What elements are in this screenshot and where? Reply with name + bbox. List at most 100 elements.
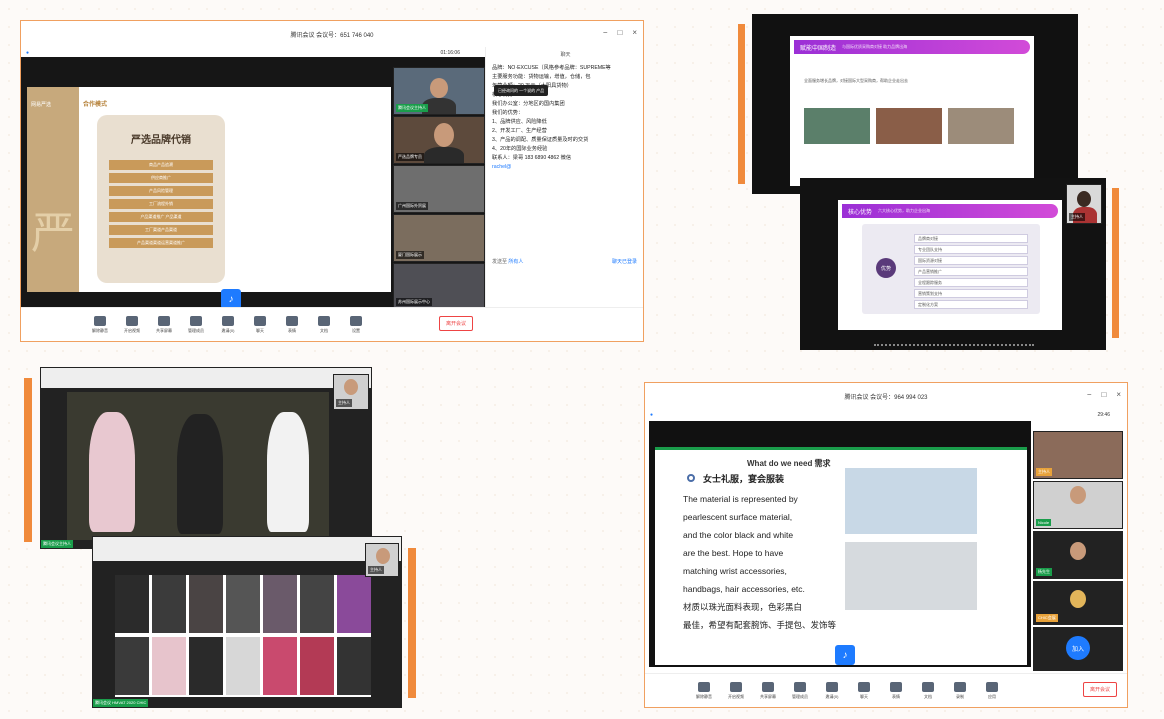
close-icon[interactable]: × <box>1116 390 1121 399</box>
participant-column: 主持人 Nicole 杨先生 CHIC会展 加入 <box>1033 431 1125 671</box>
browser-toolbar <box>93 537 401 561</box>
chat-message-line: 主要服务功能：货物运输，增值，仓储，包 <box>492 74 591 80</box>
fashion-look-thumbnail[interactable] <box>226 637 260 695</box>
info-icon[interactable]: ● <box>650 412 653 418</box>
fashion-look-thumbnail[interactable] <box>226 575 260 633</box>
toolbar-item[interactable]: 聊天 <box>855 681 873 700</box>
toolbar-item-label: 聊天 <box>860 693 868 699</box>
fashion-look-thumbnail[interactable] <box>115 575 149 633</box>
outfit-figure <box>177 414 223 534</box>
fashion-window-1: 主持人 腾讯会议主持人 <box>40 367 372 549</box>
paragraph-line: 材质以珠光面料表现，色彩黑白 <box>683 602 803 612</box>
chat-message-line: 1、品牌供应、风险降低 <box>492 119 547 125</box>
participant-tile[interactable]: 腾讯会议主持人 <box>393 67 485 115</box>
toolbar-item[interactable]: 开启视频 <box>123 315 141 334</box>
toolbar-item[interactable]: 录制 <box>951 681 969 700</box>
advantage-item: 定制化方案 <box>914 300 1028 309</box>
host-tag: 腾讯会议主持人 <box>41 540 73 548</box>
fashion-look-thumbnail[interactable] <box>115 637 149 695</box>
toolbar-item[interactable]: 邀请(0) <box>219 315 237 334</box>
participant-name: 苏州国际展示中心 <box>396 298 432 306</box>
toolbar-item[interactable]: 共享屏幕 <box>759 681 777 700</box>
chat-status[interactable]: 聊天已登录 <box>612 258 637 267</box>
participant-tile[interactable]: CHIC会展 <box>1033 581 1123 625</box>
toolbar-item[interactable]: 应用 <box>983 681 1001 700</box>
toolbar-item-label: 邀请(0) <box>221 327 235 333</box>
close-icon[interactable]: × <box>632 28 637 37</box>
toolbar-item[interactable]: 文档 <box>919 681 937 700</box>
toolbar-item[interactable]: 解除静音 <box>695 681 713 700</box>
toolbar-item[interactable]: 设置 <box>347 315 365 334</box>
participant-tile[interactable]: 广州国际外贸展 <box>393 165 485 213</box>
toolbar-item-label: 开启视频 <box>124 327 140 333</box>
fashion-look-thumbnail[interactable] <box>152 637 186 695</box>
toolbar-item[interactable]: 开启视频 <box>727 681 745 700</box>
toolbar-item[interactable]: 聊天 <box>251 315 269 334</box>
participant-column: 腾讯会议主持人 严选品牌专员 广州国际外贸展 厦门国际展示 苏州国际展示中心 <box>393 67 485 309</box>
advantage-item: 专业团队支持 <box>914 245 1028 254</box>
paragraph-line: pearlescent surface material, <box>683 512 793 522</box>
participant-tile[interactable]: 苏州国际展示中心 <box>393 263 485 309</box>
slide-heading: 合作模式 <box>83 102 108 108</box>
chat-message-line: 我们的优势： <box>492 110 524 116</box>
fashion-look-thumbnail[interactable] <box>189 575 223 633</box>
minimize-icon[interactable]: − <box>603 28 608 37</box>
slide-2-panel: 优势 品牌商对接 专业团队支持 国际资源对接 产品营销推广 全程跟踪服务 营销策划支持 定制… <box>862 224 1040 314</box>
microphone-button[interactable]: ♪ <box>835 645 855 665</box>
leave-meeting-button[interactable]: 离开会议 <box>438 316 473 331</box>
toolbar-item[interactable]: 解除静音 <box>91 315 109 334</box>
toolbar-item-label: 共享屏幕 <box>156 327 172 333</box>
fashion-look-thumbnail[interactable] <box>152 575 186 633</box>
chat-message-line: 品牌：NO·EXCUSE（风格参考品牌：SUPREME等 <box>492 65 611 71</box>
slide-2-header: 核心优势 六大核心优势，助力企业出海 <box>842 204 1058 218</box>
slide-pager[interactable] <box>874 344 1034 346</box>
accent-bar <box>1112 188 1119 338</box>
brand-item: 产品风险管理 <box>109 186 213 196</box>
fashion-look-thumbnail[interactable] <box>300 575 334 633</box>
outfit-figure <box>89 412 135 532</box>
leave-meeting-button[interactable]: 离开会议 <box>1082 682 1117 697</box>
maximize-icon[interactable]: □ <box>1101 390 1106 399</box>
fashion-look-thumbnail[interactable] <box>263 575 297 633</box>
toolbar-item[interactable]: 表情 <box>887 681 905 700</box>
fashion-look-thumbnail[interactable] <box>337 575 371 633</box>
participant-tile[interactable]: 加入 <box>1033 627 1123 671</box>
toolbar-item[interactable]: 管理成员 <box>791 681 809 700</box>
toolbar-item[interactable]: 管理成员 <box>187 315 205 334</box>
fashion-look-thumbnail[interactable] <box>263 637 297 695</box>
fashion-look-thumbnail[interactable] <box>300 637 334 695</box>
window-title: 腾讯会议 会议号：964 994 023 <box>844 394 928 401</box>
info-icon[interactable]: ● <box>26 50 29 56</box>
toolbar-item[interactable]: 共享屏幕 <box>155 315 173 334</box>
brand-card-title: 严选品牌代销 <box>131 135 191 146</box>
toolbar-item[interactable]: 邀请(0) <box>823 681 841 700</box>
participant-tile[interactable]: 主持人 <box>1033 431 1123 479</box>
participant-tile[interactable]: Nicole <box>1033 481 1123 529</box>
speaker-tile[interactable]: 主持人 <box>1066 184 1102 224</box>
chat-recipient-label: 发送至 <box>492 259 508 265</box>
minimize-icon[interactable]: − <box>1087 390 1092 399</box>
accent-bar <box>738 24 745 184</box>
maximize-icon[interactable]: □ <box>617 28 622 37</box>
window-title: 腾讯会议 会议号：651 746 040 <box>290 32 374 39</box>
meeting-toolbar: 解除静音 开启视频 共享屏幕 管理成员 邀请(0) 聊天 表情 文档 设置 <box>21 307 643 341</box>
participant-tile[interactable]: 严选品牌专员 <box>393 116 485 164</box>
toolbar-item[interactable]: 表情 <box>283 315 301 334</box>
chat-recipient-select[interactable]: 所有人 <box>508 259 523 265</box>
toolbar-item[interactable]: 文档 <box>315 315 333 334</box>
brand-item: 工厂流程外销 <box>109 199 213 209</box>
participant-tile[interactable]: 杨先生 <box>1033 531 1123 579</box>
chat-message-line: 2、开发工厂、生产经营 <box>492 128 547 134</box>
brand-item-list: 商品产品追溯 供应商推广 产品风险管理 工厂流程外销 产品渠道推广 产品渠道 工厂渠道产品… <box>97 160 225 248</box>
speaker-tile[interactable]: 主持人 <box>365 543 399 577</box>
paragraph-line: handbags, hair accessories, etc. <box>683 584 805 594</box>
toolbar-item-label: 文档 <box>924 693 932 699</box>
participant-name: CHIC会展 <box>1036 614 1058 622</box>
microphone-button[interactable]: ♪ <box>221 289 241 309</box>
toolbar-item-label: 邀请(0) <box>825 693 839 699</box>
fashion-look-thumbnail[interactable] <box>337 637 371 695</box>
participant-tile[interactable]: 厦门国际展示 <box>393 214 485 262</box>
slide: 网易严选 严 合作模式 严选品牌代销 商品产品追溯 供应商推广 产品风险管理 工厂流程… <box>27 87 391 292</box>
speaker-tile[interactable]: 主持人 <box>333 374 369 410</box>
fashion-look-thumbnail[interactable] <box>189 637 223 695</box>
